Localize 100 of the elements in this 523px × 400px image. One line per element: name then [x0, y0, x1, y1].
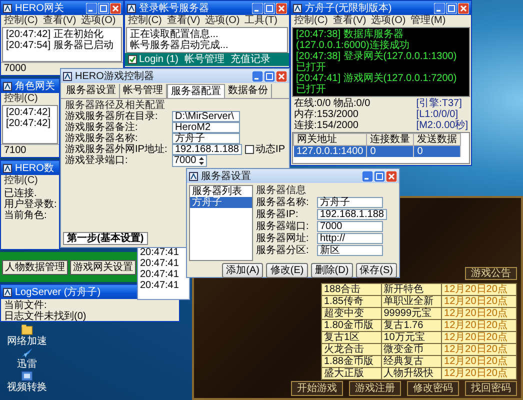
menu-item[interactable]: 选项(O)	[81, 15, 116, 27]
menu-item[interactable]: 管理(M)	[410, 15, 446, 27]
menu-item[interactable]: 选项(O)	[371, 15, 406, 27]
launcher-button[interactable]: 人物数据管理	[2, 260, 68, 274]
table-row[interactable]: 127.0.0.1:1400 0 0	[294, 146, 461, 157]
toolbar-button[interactable]: 帐号管理	[184, 54, 224, 65]
list-item[interactable]: 方舟子	[190, 197, 252, 208]
close-icon[interactable]	[110, 2, 121, 14]
menu-item[interactable]: 控制(C)	[4, 93, 38, 105]
checkbox-label: 动态IP	[256, 144, 285, 155]
table-cell: 12月20日20点	[442, 332, 516, 344]
input-field[interactable]: 方舟子	[317, 197, 383, 208]
step-tab[interactable]: 第一步(基本设置)	[63, 232, 148, 245]
status-text: 用户登录数:	[4, 199, 56, 210]
desktop-icon-label[interactable]: 视频转换	[7, 382, 47, 393]
log-line: 帐号服务器启动完成...	[130, 40, 230, 51]
table-cell: 新开特色	[381, 284, 442, 296]
launcher-button[interactable]: 修改密码	[407, 381, 459, 396]
menu-item[interactable]: 选项(O)	[205, 15, 240, 27]
input-field[interactable]: HeroM2	[172, 122, 240, 133]
menu-item[interactable]: 控制(C)	[4, 175, 38, 187]
notice-tab[interactable]: 游戏公告	[465, 267, 517, 280]
checkbox[interactable]	[128, 55, 137, 64]
dialog-button[interactable]: 修改(E)	[266, 263, 308, 278]
maximize-icon[interactable]	[264, 70, 275, 82]
app-icon	[189, 172, 198, 180]
window-title: 角色网关	[15, 80, 56, 92]
dialog-button[interactable]: 添加(A)	[222, 263, 264, 278]
table-cell: 复古1区	[322, 332, 382, 344]
status-text: 已连接.	[4, 188, 38, 199]
table-cell: 火龙合击	[322, 344, 382, 356]
maximize-icon[interactable]	[374, 170, 385, 182]
desktop-icon-label[interactable]: 网络加速	[7, 336, 47, 347]
folder-icon[interactable]	[21, 324, 33, 336]
stat-text: 在线:0/0 物品:0/0	[294, 98, 370, 109]
table-cell: 盛大正版	[322, 368, 382, 380]
stat-text: 连接:154/2000	[294, 120, 360, 131]
log-time: 20:47:41	[140, 247, 180, 258]
launcher-button[interactable]: 游戏注册	[349, 381, 401, 396]
group-title: 服务器信息	[256, 185, 307, 196]
field-label: 服务器端口:	[256, 221, 310, 232]
maximize-icon[interactable]	[98, 2, 109, 14]
dialog-button[interactable]: 删除(D)	[310, 263, 353, 278]
table-cell: 12月20日20点	[442, 368, 516, 380]
input-field[interactable]: 新区	[317, 245, 383, 256]
launcher-button[interactable]: 游戏网关设置	[70, 260, 136, 274]
film-icon[interactable]	[21, 370, 33, 382]
table-cell: 12月20日20点	[442, 296, 516, 308]
close-icon[interactable]	[458, 2, 469, 14]
status-text: 当前文件:	[4, 300, 47, 311]
menu-item[interactable]: 工具(T)	[244, 15, 278, 27]
field-label: 服务器网址:	[256, 233, 310, 244]
tab[interactable]: 数据备份	[225, 84, 272, 98]
minimize-icon[interactable]	[362, 170, 373, 182]
close-icon[interactable]	[276, 70, 287, 82]
table-cell: 0	[366, 146, 414, 157]
minimize-icon[interactable]	[252, 2, 263, 14]
maximize-icon[interactable]	[446, 2, 457, 14]
desktop-icon-label[interactable]: 迅雷	[17, 359, 37, 370]
app-icon	[3, 82, 12, 90]
table-cell: 经典复古	[381, 356, 442, 368]
close-icon[interactable]	[276, 2, 287, 14]
input-field[interactable]: http://	[317, 233, 383, 244]
minimize-icon[interactable]	[86, 2, 97, 14]
minimize-icon[interactable]	[434, 2, 445, 14]
log-line: [20:47:42]	[6, 107, 52, 118]
bird-icon[interactable]	[21, 347, 33, 359]
menu-item[interactable]: 控制(C)	[294, 15, 328, 27]
menu-item[interactable]: 控制(C)	[128, 15, 162, 27]
app-icon	[63, 72, 72, 80]
group-title: 服务器路径及相关配置	[65, 100, 166, 111]
maximize-icon[interactable]	[264, 2, 275, 14]
spin-arrows-icon	[198, 156, 206, 166]
menu-item[interactable]: 控制(C)	[4, 15, 38, 27]
window-title: 服务器设置	[201, 170, 252, 182]
input-field[interactable]: 192.168.1.188	[317, 209, 387, 220]
input-field[interactable]: D:\MirServer\	[172, 111, 240, 122]
dialog-button[interactable]: 保存(S)	[356, 263, 397, 278]
menu-item[interactable]: 查看(V)	[42, 15, 76, 27]
app-icon	[3, 4, 12, 12]
minimize-icon[interactable]	[252, 70, 263, 82]
column-header: 发送数据	[414, 134, 461, 146]
launcher-button[interactable]: 开始游戏	[291, 381, 343, 396]
checkbox-label: Login (1)	[139, 54, 178, 65]
tab[interactable]: 服务器设置	[63, 84, 120, 98]
input-field[interactable]: 方舟子	[172, 133, 240, 144]
table-cell: 微变金币	[381, 344, 442, 356]
field-label: 游戏服务器名称:	[65, 133, 139, 144]
tab[interactable]: 服务器配置	[167, 84, 225, 98]
menu-item[interactable]: 查看(V)	[332, 15, 366, 27]
stat-text: [M2:0.00秒]	[416, 120, 468, 131]
close-icon[interactable]	[386, 170, 397, 182]
launcher-button[interactable]: 找回密码	[465, 381, 517, 396]
toolbar-button[interactable]: 充值记录	[230, 54, 270, 65]
menu-item[interactable]: 查看(V)	[166, 15, 200, 27]
table-cell: 1.85传奇	[322, 296, 382, 308]
checkbox[interactable]	[244, 145, 254, 154]
port-spinner[interactable]: 7000	[172, 154, 208, 166]
input-field[interactable]: 7000	[317, 221, 383, 232]
input-field[interactable]: 192.168.1.188	[172, 144, 242, 155]
